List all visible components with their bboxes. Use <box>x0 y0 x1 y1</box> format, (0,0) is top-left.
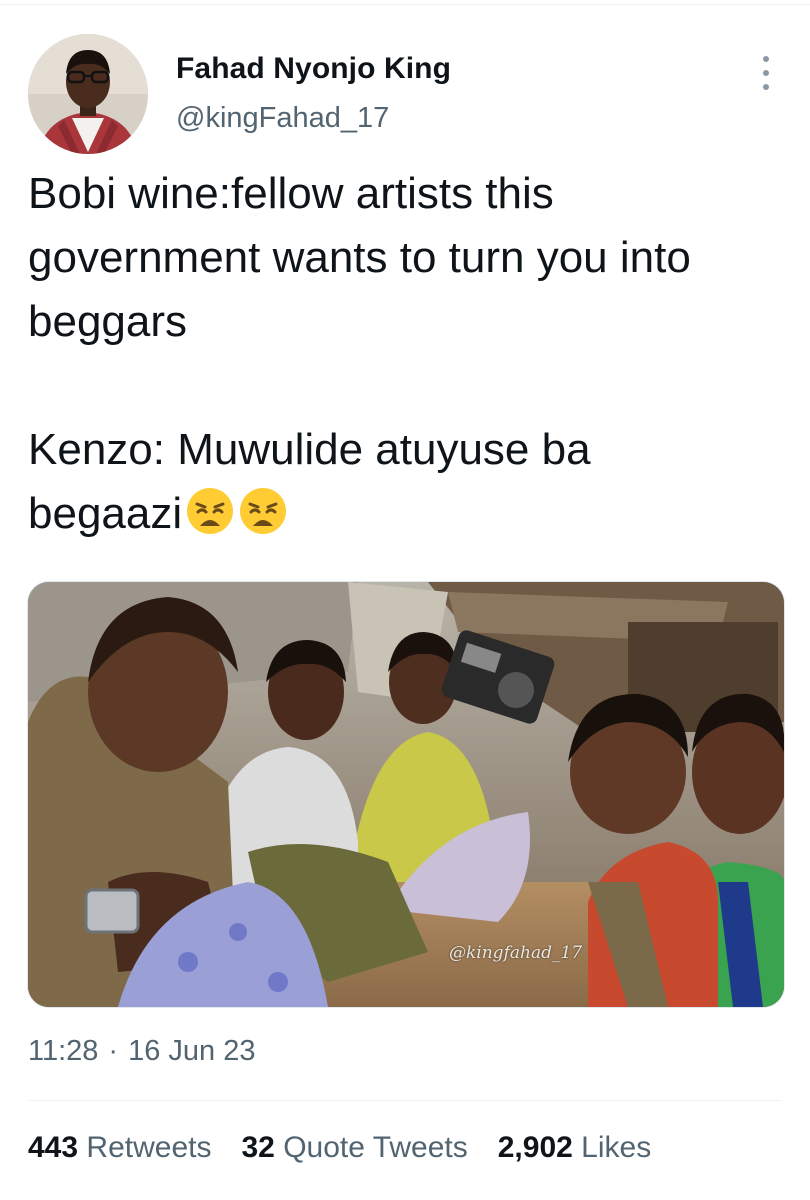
more-options-icon[interactable] <box>756 56 776 90</box>
more-dot <box>763 70 769 76</box>
tweet-text-line: Bobi wine:fellow artists this <box>28 169 554 218</box>
tweet-header: Fahad Nyonjo King @kingFahad_17 <box>28 34 788 156</box>
tweet-text-line: Kenzo: Muwulide atuyuse ba <box>28 425 591 474</box>
quote-tweets-count: 32 <box>241 1131 275 1164</box>
tweet-text-line: government wants to turn you into <box>28 233 691 282</box>
more-dot <box>763 56 769 62</box>
weary-face-icon <box>240 488 287 534</box>
timestamp-separator: · <box>108 1035 119 1067</box>
likes-label: Likes <box>581 1131 652 1164</box>
tweet-text: Bobi wine:fellow artists this government… <box>28 162 788 546</box>
author-name[interactable]: Fahad Nyonjo King <box>176 52 451 86</box>
likes-count: 2,902 <box>497 1131 573 1164</box>
tweet-text-line: begaazi <box>28 489 183 538</box>
stats-divider <box>28 1100 782 1101</box>
quote-tweets-label: Quote Tweets <box>283 1131 468 1164</box>
tweet-stats: 443 Retweets 32 Quote Tweets 2,902 Likes <box>28 1131 651 1165</box>
retweets-label: Retweets <box>86 1131 212 1164</box>
quote-tweets-stat[interactable]: 32 Quote Tweets <box>241 1131 467 1165</box>
tweet-text-line: beggars <box>28 297 188 346</box>
more-dot <box>763 84 769 90</box>
top-divider <box>0 4 810 5</box>
tweet-timestamp[interactable]: 11:28 · 16 Jun 23 <box>28 1035 255 1068</box>
tweet-date[interactable]: 16 Jun 23 <box>128 1035 255 1068</box>
retweets-count: 443 <box>28 1131 79 1164</box>
watermark: @kingfahad_17 <box>449 943 583 963</box>
author-handle[interactable]: @kingFahad_17 <box>176 102 389 135</box>
retweets-stat[interactable]: 443 Retweets <box>28 1131 211 1165</box>
weary-face-icon <box>187 488 234 534</box>
likes-stat[interactable]: 2,902 Likes <box>498 1131 651 1165</box>
tweet-time[interactable]: 11:28 <box>28 1035 98 1068</box>
tweet-media-photo[interactable]: @kingfahad_17 <box>27 581 785 1008</box>
avatar[interactable] <box>28 34 148 154</box>
